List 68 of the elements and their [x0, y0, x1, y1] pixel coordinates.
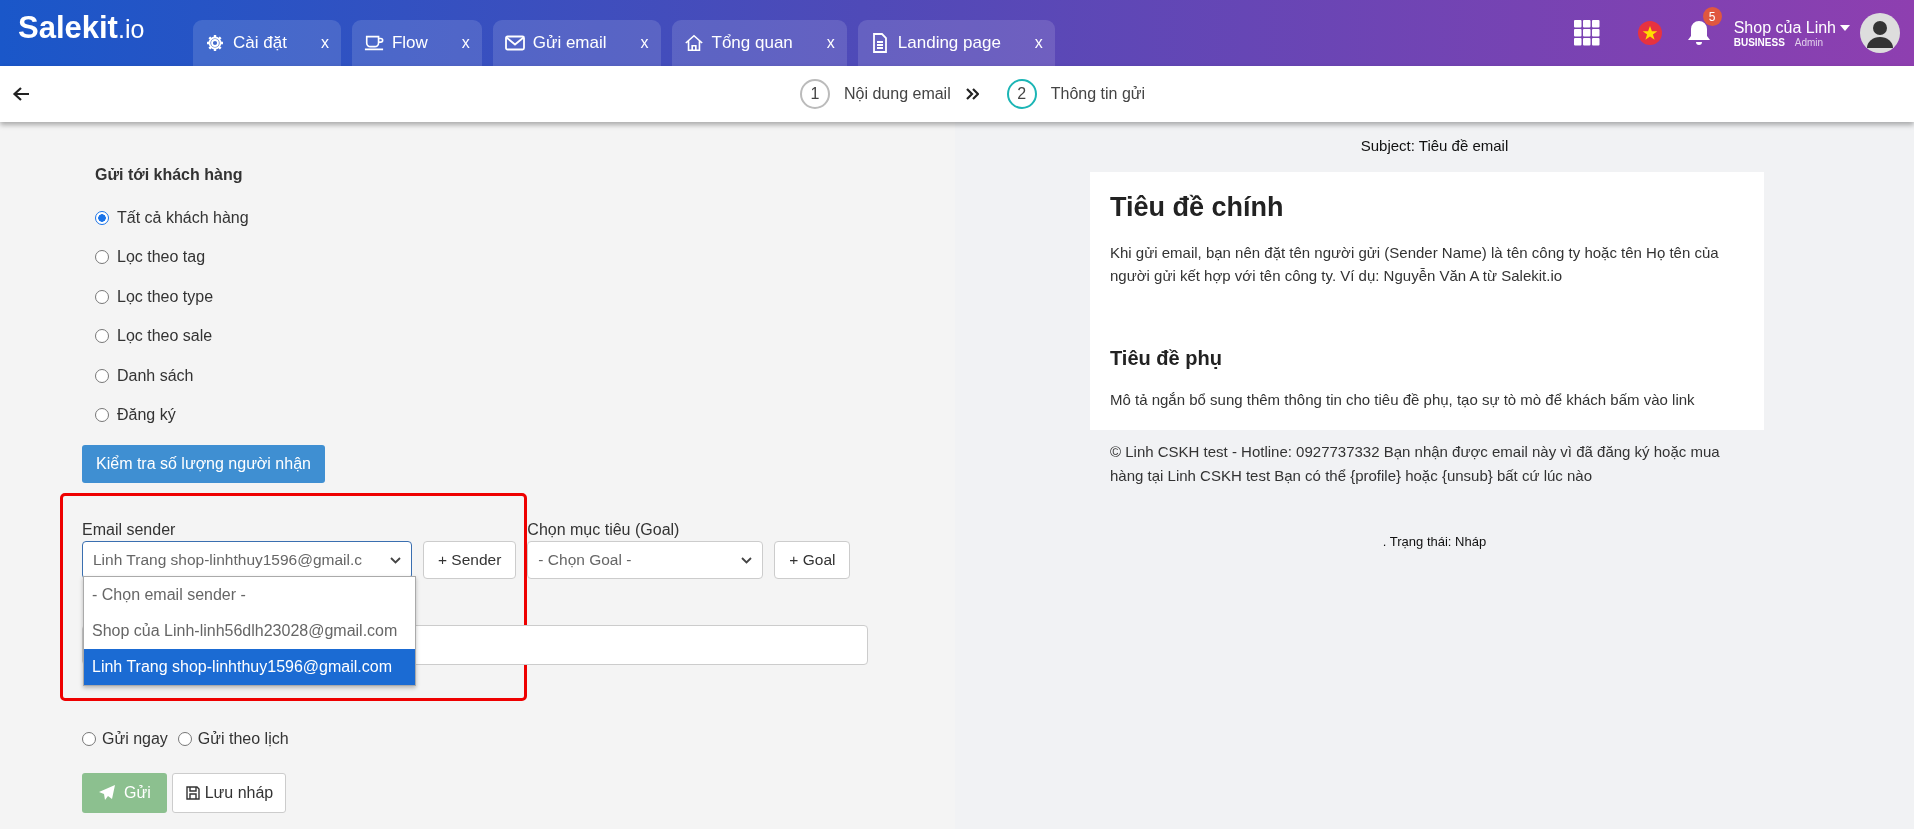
check-recipients-button[interactable]: Kiểm tra số lượng người nhận: [82, 445, 325, 483]
radio-button[interactable]: [95, 408, 109, 423]
step-number: 2: [1006, 79, 1037, 109]
chevron-down-icon: [741, 556, 753, 564]
step[interactable]: 2 Thông tin gửi: [1006, 79, 1146, 109]
radio-option[interactable]: Lọc theo sale: [95, 316, 213, 356]
radio-option[interactable]: Lọc theo type: [95, 277, 214, 317]
email-subheading: Tiêu đề phụ: [1110, 347, 1223, 370]
radio-button[interactable]: [95, 289, 109, 304]
close-button[interactable]: x: [461, 34, 470, 52]
close-button[interactable]: x: [826, 34, 835, 52]
section-title: Gửi tới khách hàng: [95, 166, 244, 184]
radio-option[interactable]: Gửi ngay: [82, 719, 168, 759]
field-label: Email sender: [82, 521, 177, 539]
email-description: Mô tả ngắn bổ sung thêm thông tin cho tiêu đề phụ, tạo sự tò mò để khách bấm vào link: [1110, 390, 1696, 410]
avatar[interactable]: [1860, 13, 1900, 53]
mail-icon: [504, 33, 525, 53]
tab[interactable]: Cài đặt x: [193, 20, 341, 66]
cup-icon: [363, 33, 384, 53]
step-number: 1: [800, 79, 830, 109]
radio-option[interactable]: Gửi theo lịch: [177, 719, 289, 759]
radio-option[interactable]: Tất cả khách hàng: [95, 198, 249, 238]
radio-option[interactable]: Danh sách: [95, 356, 194, 396]
tab[interactable]: Gửi email x: [492, 20, 661, 66]
bell-icon[interactable]: [1685, 19, 1712, 47]
notification-badge: 5: [1702, 7, 1722, 26]
goal-select[interactable]: - Chọn Goal -: [527, 541, 764, 579]
add-sender-button[interactable]: + Sender: [423, 541, 517, 579]
gear-icon: [205, 33, 225, 53]
email-footer: © Linh CSKH test - Hotline: 0927737332 Bạn nhận được email này vì đã đăng ký hoặc mua hàng tại Linh CSKH test Bạn có thể {profile} hoặc {unsub} bất cứ lúc nào: [1110, 440, 1744, 488]
radio-button[interactable]: [177, 731, 192, 746]
radio-button[interactable]: [82, 731, 96, 746]
tab[interactable]: Landing page x: [857, 20, 1055, 66]
email-intro: Khi gửi email, bạn nên đặt tên người gửi (Sender Name) là tên công ty hoặc tên Họ tên của người gửi kết hợp với tên công ty. Ví dụ: Nguyễn Văn A từ Salekit.io: [1110, 243, 1720, 286]
email-heading: Tiêu đề chính: [1110, 192, 1285, 223]
step[interactable]: 1 Nội dung email: [800, 79, 951, 109]
close-button[interactable]: x: [320, 34, 329, 52]
double-chevron-icon: [964, 88, 979, 100]
paper-plane-icon: [98, 783, 116, 802]
flag-icon[interactable]: [1637, 21, 1662, 45]
close-button[interactable]: x: [640, 34, 649, 52]
plan-label: BUSINESS: [1733, 36, 1785, 48]
radio-button[interactable]: [95, 368, 109, 383]
logo[interactable]: Salekit.io: [18, 10, 193, 46]
radio-button[interactable]: [95, 329, 109, 344]
caret-icon: [1840, 24, 1850, 31]
tab[interactable]: Flow x: [351, 20, 482, 66]
dropdown-option[interactable]: Linh Trang shop-linhthuy1596@gmail.com: [84, 649, 415, 685]
field-label: Chọn mục tiêu (Goal): [527, 521, 681, 539]
back-arrow-icon[interactable]: [12, 86, 30, 102]
save-draft-button[interactable]: Lưu nháp: [171, 772, 287, 813]
sender-select[interactable]: Linh Trang shop-linhthuy1596@gmail.c: [82, 541, 412, 579]
dropdown-option[interactable]: - Chọn email sender -: [84, 577, 415, 613]
chevron-down-icon: [390, 556, 401, 564]
status-text: . Trạng thái: Nháp: [1382, 534, 1487, 549]
apps-grid-icon[interactable]: [1573, 20, 1600, 46]
tab[interactable]: Tổng quan x: [671, 20, 847, 66]
close-button[interactable]: x: [1034, 34, 1043, 52]
email-subject: Subject: Tiêu đề email: [1360, 137, 1509, 154]
dropdown-option[interactable]: Shop của Linh-linh56dlh23028@gmail.com: [84, 613, 415, 649]
add-goal-button[interactable]: + Goal: [774, 541, 851, 579]
home-icon: [683, 33, 704, 53]
radio-option[interactable]: Đăng ký: [95, 395, 176, 435]
radio-button[interactable]: [95, 250, 109, 265]
role-label: Admin: [1794, 36, 1824, 48]
account-menu[interactable]: Shop của Linh: [1733, 18, 1850, 37]
radio-button[interactable]: [95, 210, 109, 225]
radio-option[interactable]: Lọc theo tag: [95, 237, 206, 277]
